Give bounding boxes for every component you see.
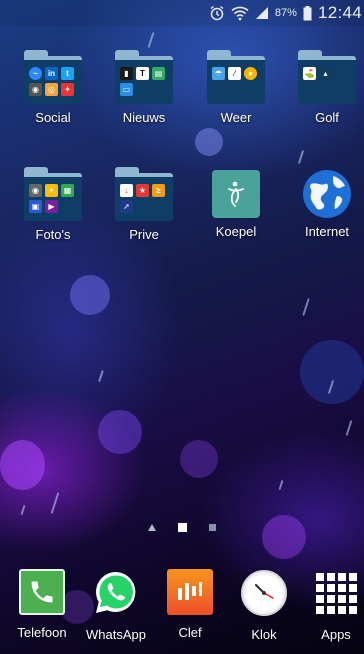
gallery-icon: ▦ bbox=[61, 184, 74, 197]
app-label: Social bbox=[35, 110, 71, 125]
app-label: Clef bbox=[178, 625, 202, 640]
alarm-icon bbox=[209, 5, 225, 21]
koepel-logo-icon bbox=[212, 170, 260, 218]
folder-prive[interactable]: ↓ ★ ≥ ➚ Prive bbox=[104, 167, 184, 242]
battery-icon bbox=[303, 5, 312, 21]
folder-golf[interactable]: ⛳ ▴ Golf bbox=[287, 50, 364, 125]
signal-icon bbox=[255, 6, 269, 20]
folder-icon: ▮ T ▤ ▭ bbox=[115, 50, 173, 104]
app-label: Apps bbox=[321, 627, 351, 642]
nyt-icon: T bbox=[136, 67, 149, 80]
download-icon: ↓ bbox=[120, 184, 133, 197]
clock-icon bbox=[240, 569, 288, 617]
folder-icon: ~ in t ◉ ◎ ✦ bbox=[24, 50, 82, 104]
app-label: Prive bbox=[129, 227, 159, 242]
wallpaper-bubble bbox=[262, 515, 306, 559]
app-label: Nieuws bbox=[122, 110, 166, 125]
wifi-icon bbox=[231, 5, 249, 21]
app-label: Telefoon bbox=[17, 625, 67, 640]
page-indicator[interactable] bbox=[0, 523, 364, 532]
dock-clef[interactable]: Clef bbox=[152, 566, 228, 640]
status-bar[interactable]: 87% 12:44 bbox=[0, 0, 364, 26]
wallpaper-bubble bbox=[70, 275, 110, 315]
phone-icon bbox=[19, 569, 65, 615]
page-dot[interactable] bbox=[209, 524, 216, 531]
wallpaper-streak bbox=[302, 298, 310, 316]
folder-icon: ⛳ ▴ bbox=[298, 50, 356, 104]
folder-icon: ☂ ⁄ ● bbox=[207, 50, 265, 104]
dock-whatsapp[interactable]: WhatsApp bbox=[78, 566, 154, 642]
wallpaper-streak bbox=[147, 32, 155, 48]
home-screen[interactable]: 87% 12:44 ~ in t ◉ ◎ ✦ Social ▮ T ▤ ▭ Ni… bbox=[0, 0, 364, 654]
wallpaper-streak bbox=[297, 150, 305, 164]
app-grid-icon bbox=[312, 569, 360, 617]
wallpaper-bubble bbox=[300, 340, 364, 404]
weather-icon: ☂ bbox=[212, 67, 225, 80]
wallpaper-bubble bbox=[180, 440, 218, 478]
rocket-icon: ➚ bbox=[120, 200, 133, 213]
wallpaper-bubble bbox=[98, 410, 142, 454]
whatsapp-icon bbox=[92, 569, 140, 617]
dock-telefoon[interactable]: Telefoon bbox=[4, 566, 80, 640]
app-label: WhatsApp bbox=[86, 627, 146, 642]
app-label: Internet bbox=[304, 224, 350, 239]
app-label: Koepel bbox=[215, 224, 257, 239]
golf-gamebook-icon: ⛳ bbox=[303, 67, 316, 80]
video-app-icon: ▶ bbox=[45, 200, 58, 213]
wallpaper-streak bbox=[98, 369, 104, 383]
dock-klok[interactable]: Klok bbox=[226, 566, 302, 642]
pinwheel-icon: ✦ bbox=[61, 83, 74, 96]
app-koepel[interactable]: Koepel bbox=[196, 167, 276, 239]
camera-app-icon: ◉ bbox=[29, 184, 42, 197]
wallpaper-streak bbox=[20, 504, 26, 516]
folder-icon: ◉ ✦ ▦ ▣ ▶ bbox=[24, 167, 82, 221]
app-label: Weer bbox=[220, 110, 252, 125]
app-label: Foto's bbox=[35, 227, 71, 242]
battery-percent: 87% bbox=[274, 7, 297, 19]
instagram-icon: ◎ bbox=[45, 83, 58, 96]
app-label: Klok bbox=[251, 627, 277, 642]
pdf-app-icon: ≥ bbox=[152, 184, 165, 197]
camera-icon: ◉ bbox=[29, 83, 42, 96]
dock-apps[interactable]: Apps bbox=[298, 566, 364, 642]
folder-nieuws[interactable]: ▮ T ▤ ▭ Nieuws bbox=[104, 50, 184, 125]
weather-color-icon: ● bbox=[244, 67, 257, 80]
clef-bars-icon bbox=[167, 569, 213, 615]
folder-icon: ↓ ★ ≥ ➚ bbox=[115, 167, 173, 221]
wallpaper-streak bbox=[327, 380, 335, 394]
pinwheel-photos-icon: ✦ bbox=[45, 184, 58, 197]
wallpaper-bubble bbox=[0, 440, 45, 490]
wallpaper-streak bbox=[278, 479, 284, 491]
linkedin-icon: in bbox=[45, 67, 58, 80]
messenger-icon: ~ bbox=[29, 67, 42, 80]
nos-icon: ▮ bbox=[120, 67, 133, 80]
red-star-icon: ★ bbox=[136, 184, 149, 197]
buienradar-icon: ⁄ bbox=[228, 67, 241, 80]
wallpaper-streak bbox=[50, 492, 60, 514]
folder-social[interactable]: ~ in t ◉ ◎ ✦ Social bbox=[13, 50, 93, 125]
twitter-icon: t bbox=[61, 67, 74, 80]
globe-icon bbox=[303, 170, 351, 218]
home-page-indicator-icon[interactable] bbox=[148, 524, 156, 531]
wallpaper-bubble bbox=[195, 128, 223, 156]
page-dot-active[interactable] bbox=[178, 523, 187, 532]
status-clock: 12:44 bbox=[317, 3, 362, 22]
folder-fotos[interactable]: ◉ ✦ ▦ ▣ ▶ Foto's bbox=[13, 167, 93, 242]
golf-scorecard-icon: ▴ bbox=[319, 67, 332, 80]
photo-editor-icon: ▣ bbox=[29, 200, 42, 213]
newspaper-icon: ▤ bbox=[152, 67, 165, 80]
app-internet[interactable]: Internet bbox=[287, 167, 364, 239]
wallpaper-streak bbox=[345, 420, 353, 436]
folder-weer[interactable]: ☂ ⁄ ● Weer bbox=[196, 50, 276, 125]
app-label: Golf bbox=[315, 110, 339, 125]
blue-app-icon: ▭ bbox=[120, 83, 133, 96]
